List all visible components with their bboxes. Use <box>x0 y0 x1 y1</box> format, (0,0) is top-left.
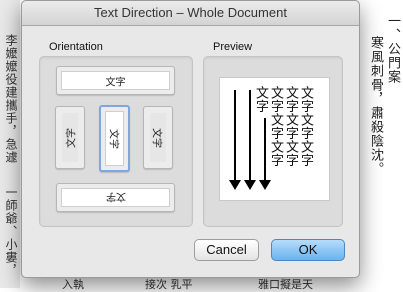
preview-group: 文字文字文字 文字文字文字 文字文字文字 文字 <box>203 56 343 227</box>
preview-text-column: 文字文字文字 <box>268 86 283 167</box>
orientation-vertical-rotated-right-option[interactable]: 文字 <box>143 106 173 169</box>
preview-label: Preview <box>213 41 253 53</box>
orientation-group: 文字 文字 文字 文字 文字 <box>39 56 193 227</box>
orientation-horizontal-option[interactable]: 文字 <box>56 66 175 95</box>
background-text-fragment: 接次 乳平 <box>145 278 193 291</box>
background-text-column: 一、公門案 <box>385 14 400 84</box>
orientation-horizontal-upside-down-option[interactable]: 文字 <box>56 183 175 212</box>
ok-button[interactable]: OK <box>271 239 345 261</box>
background-text-fragment: 雅口擬是天 <box>258 278 313 291</box>
orientation-sample-text: 文字 <box>107 128 118 149</box>
orientation-vertical-rotated-left-option[interactable]: 文字 <box>55 106 85 169</box>
preview-text-column: 文字文字文字 <box>298 86 313 167</box>
orientation-sample-text: 文字 <box>105 77 126 88</box>
preview-flow-arrow <box>244 90 256 190</box>
preview-flow-arrow <box>229 90 241 190</box>
preview-text-column: 文字 <box>253 86 268 113</box>
background-text-column: 李嬤嬤役建攜手，急遽 <box>4 34 18 164</box>
orientation-sample-text: 文字 <box>66 127 78 148</box>
preview-canvas: 文字文字文字 文字文字文字 文字文字文字 文字 <box>219 77 330 201</box>
orientation-label: Orientation <box>49 41 103 53</box>
dialog-title: Text Direction – Whole Document <box>22 1 359 26</box>
background-text-fragment: 入執 <box>62 278 84 291</box>
orientation-sample-text: 文字 <box>105 190 126 201</box>
preview-text-column: 文字文字文字 <box>283 86 298 167</box>
cancel-button[interactable]: Cancel <box>194 239 259 261</box>
preview-flow-arrow <box>259 118 271 190</box>
orientation-sample-text: 文字 <box>150 127 162 148</box>
background-text-column: 一師爺、小婁， <box>4 186 18 277</box>
background-text-column: 寒風刺骨，肅殺陰沈。 <box>368 36 383 176</box>
text-direction-dialog: Text Direction – Whole Document Orientat… <box>21 0 360 278</box>
document-left-gutter: 李嬤嬤役建攜手，急遽 一師爺、小婁， <box>0 0 20 288</box>
orientation-vertical-rl-option[interactable]: 文字 <box>99 105 130 172</box>
